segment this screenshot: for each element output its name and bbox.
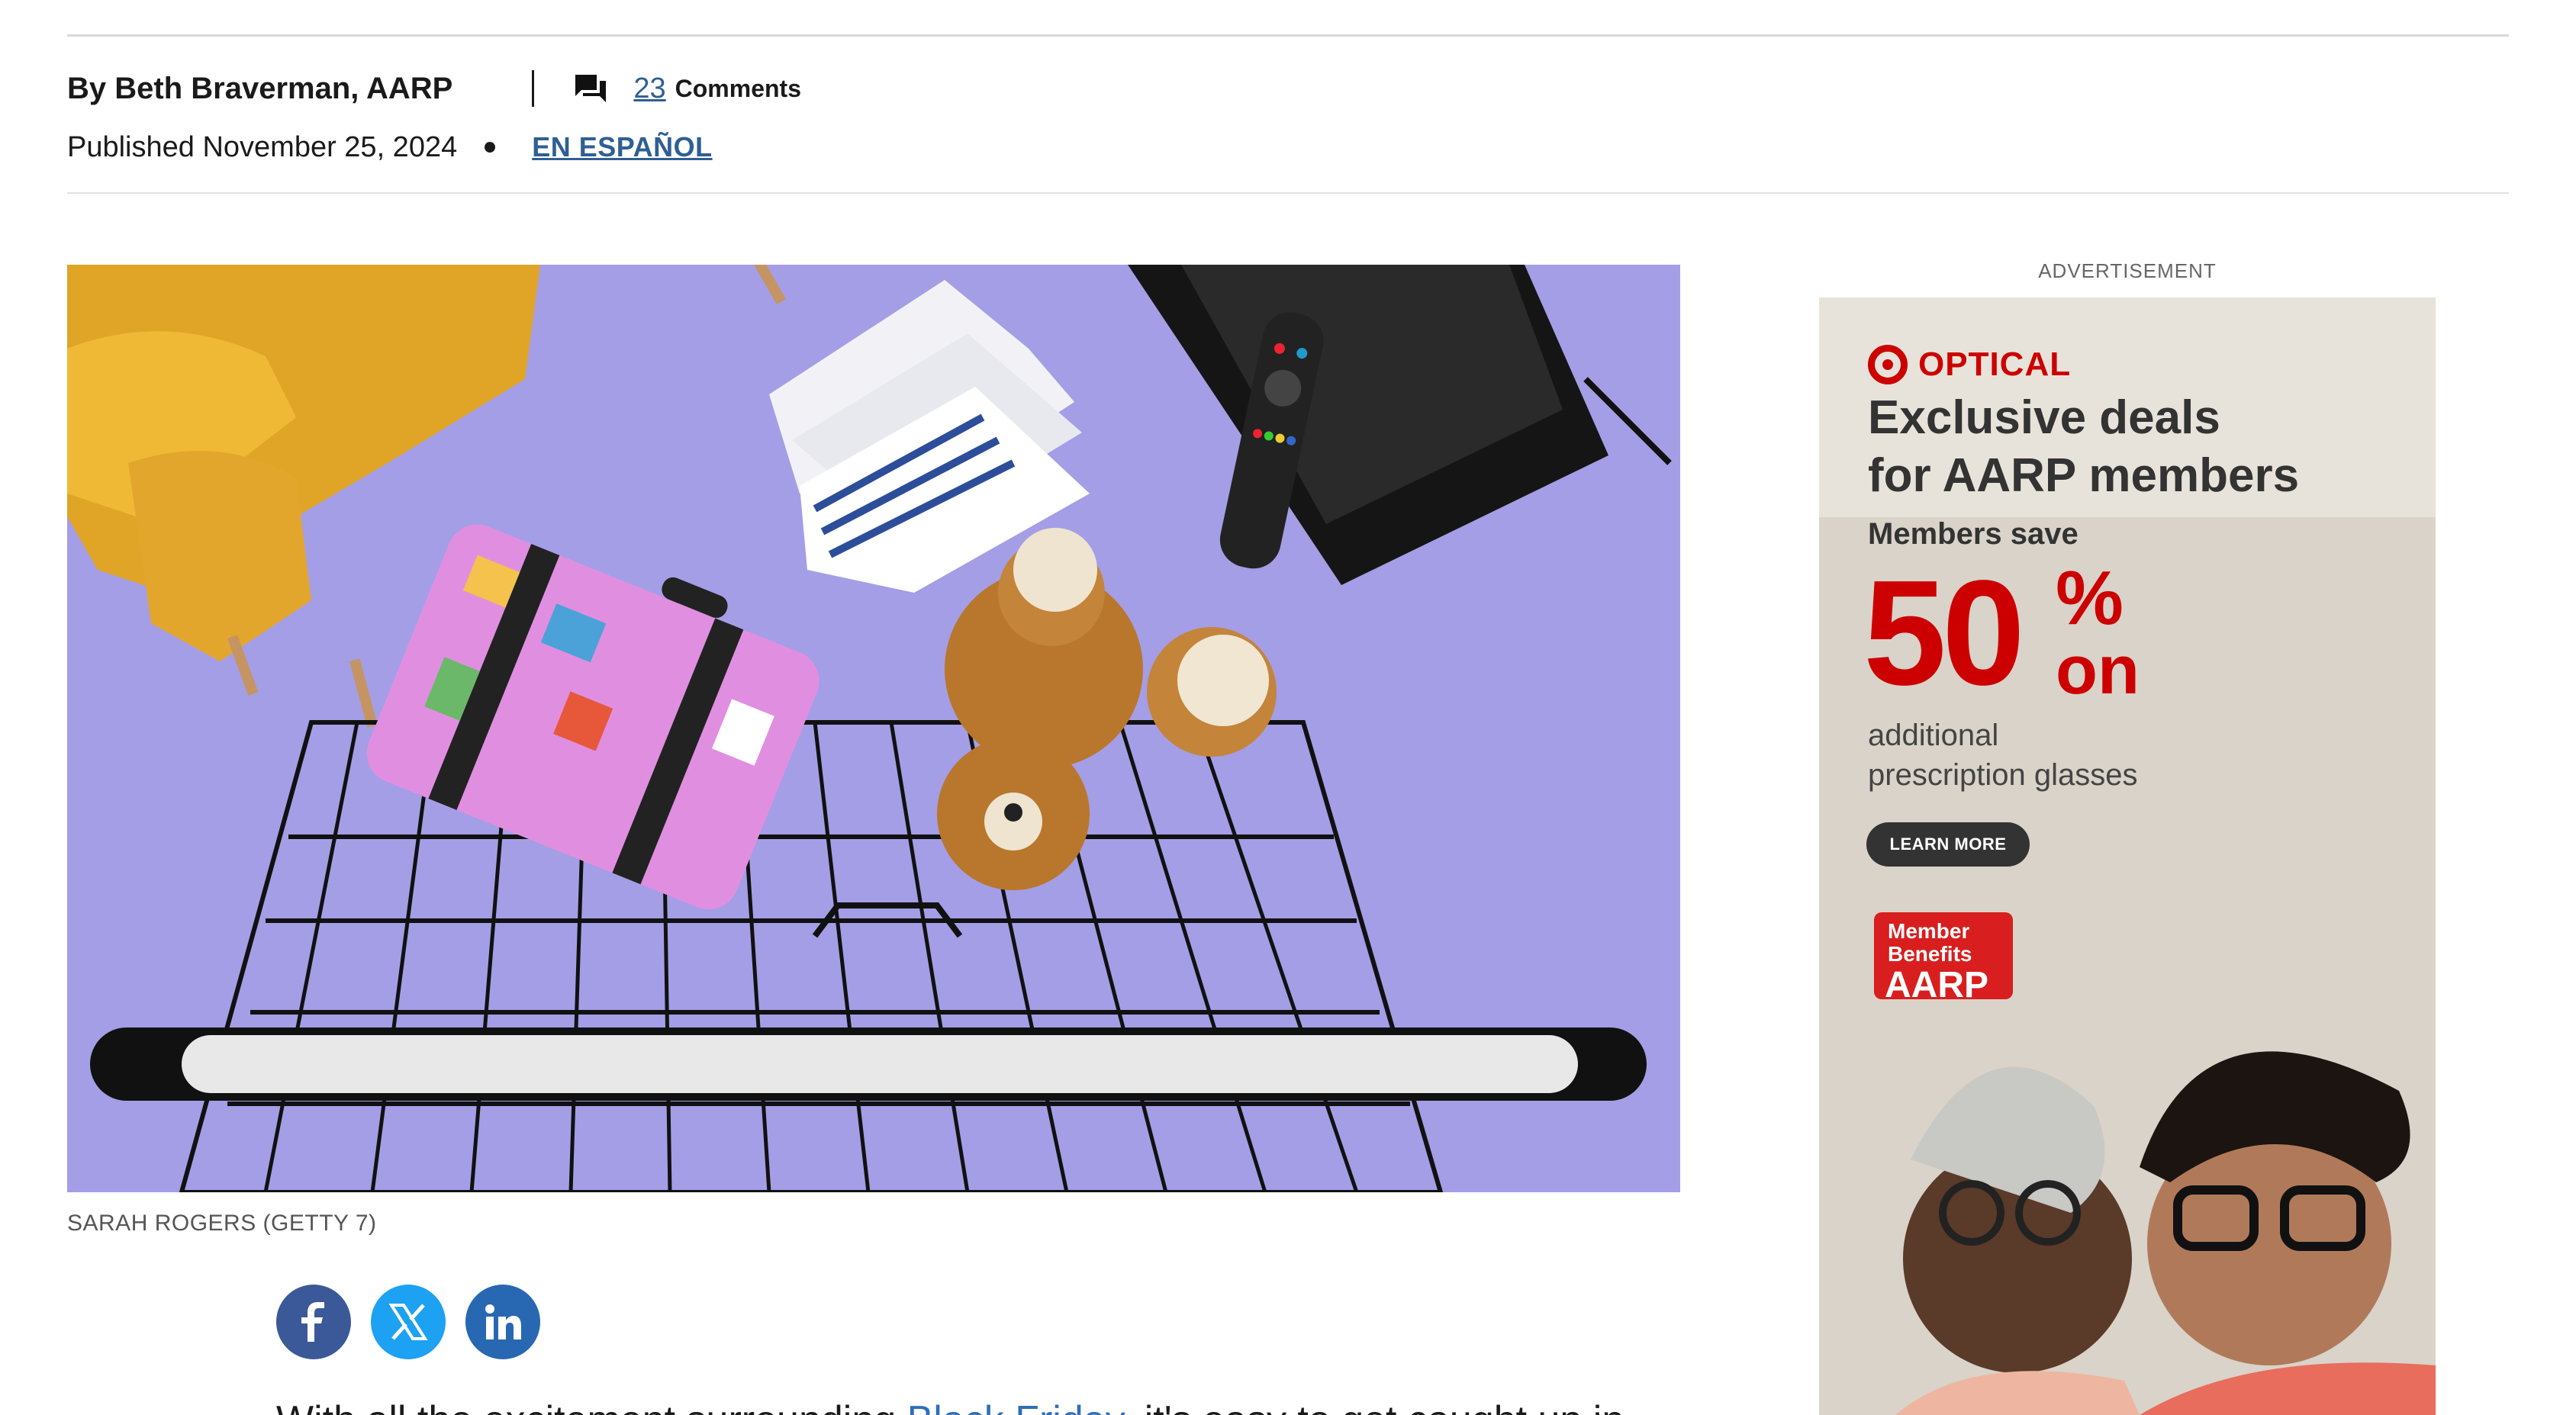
publish-line: Published November 25, 2024 EN ESPAÑOL — [67, 127, 713, 168]
suitcase-illustration — [366, 524, 819, 910]
hero-image — [67, 265, 1680, 1192]
ad-members-save: Members save — [1868, 517, 2079, 551]
spanish-version-link[interactable]: EN ESPAÑOL — [532, 131, 712, 163]
shopping-cart-illustration — [90, 720, 1647, 1192]
lead-text-after: , it's easy to get caught up in — [1122, 1398, 1624, 1415]
comments-label[interactable]: Comments — [675, 75, 801, 103]
badge-text: Member Benefits — [1888, 920, 1972, 966]
image-credit: SARAH ROGERS (GETTY 7) — [67, 1211, 377, 1236]
x-icon — [388, 1304, 428, 1340]
comment-count-link[interactable]: 23 — [633, 72, 665, 105]
byline-divider — [532, 70, 535, 107]
aarp-member-benefits-badge: Member Benefits AARP — [1874, 912, 2013, 999]
byline: By Beth Braverman, AARP 23 Comments — [67, 67, 801, 110]
learn-more-button[interactable]: LEARN MORE — [1866, 822, 2030, 867]
x-share-button[interactable] — [371, 1285, 446, 1359]
ad-percent-sign: % — [2056, 555, 2124, 641]
badge-line2: Benefits — [1888, 942, 1972, 966]
article-lead-paragraph: With all the excitement surrounding Blac… — [276, 1397, 1624, 1415]
ad-percent: 50 — [1863, 549, 2025, 716]
bullet-separator — [485, 142, 496, 153]
comments-icon[interactable] — [574, 73, 607, 104]
article-page: By Beth Braverman, AARP 23 Comments Publ… — [0, 0, 2576, 1415]
ad-desc-line1: additional — [1868, 719, 1999, 752]
ad-desc-line2: prescription glasses — [1868, 758, 2138, 792]
aarp-logo: AARP — [1885, 965, 1989, 999]
ad-percent-on: on — [2056, 632, 2140, 709]
hero-illustration — [67, 265, 1672, 1192]
author-name: By Beth Braverman, AARP — [67, 71, 453, 105]
header-divider — [67, 192, 2509, 194]
advertisement-label: ADVERTISEMENT — [2038, 259, 2217, 282]
black-friday-link[interactable]: Black Friday — [907, 1398, 1122, 1415]
badge-line1: Member — [1888, 919, 1970, 943]
facebook-share-button[interactable] — [276, 1285, 351, 1359]
linkedin-share-button[interactable] — [465, 1285, 540, 1359]
ad-brand: OPTICAL — [1868, 345, 2071, 384]
ad-headline-line2: for AARP members — [1868, 449, 2300, 502]
top-divider — [67, 34, 2509, 37]
ad-brand-text: OPTICAL — [1918, 346, 2072, 383]
linkedin-icon — [485, 1304, 521, 1339]
ad-headline-line1: Exclusive deals — [1868, 391, 2220, 444]
facebook-icon — [301, 1302, 324, 1342]
lead-text-before: With all the excitement surrounding — [276, 1398, 907, 1415]
tv-illustration — [1128, 265, 1672, 585]
ad-headline: Exclusive deals for AARP members — [1868, 389, 2299, 505]
target-optical-ad[interactable]: OPTICAL Exclusive deals for AARP members… — [1819, 297, 2436, 1415]
ad-description: additional prescription glasses — [1868, 716, 2138, 795]
share-buttons — [276, 1285, 540, 1359]
target-logo-icon — [1868, 345, 1908, 384]
publish-date: Published November 25, 2024 — [67, 130, 458, 163]
